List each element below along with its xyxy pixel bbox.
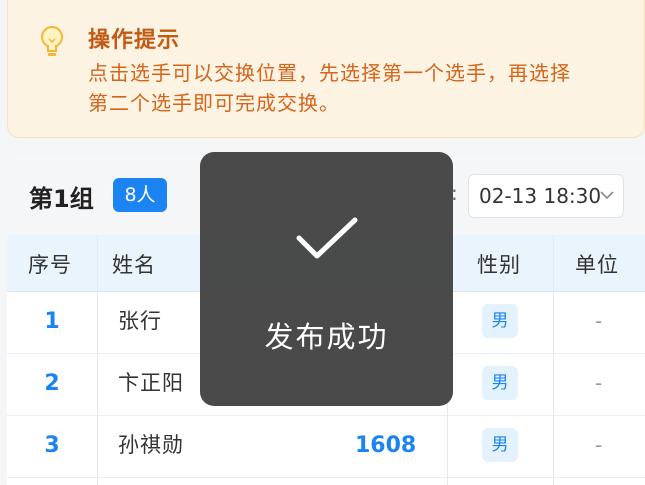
chevron-down-icon (600, 191, 614, 200)
lightbulb-icon (41, 26, 63, 56)
table-row[interactable]: 3 孙祺勋 1608 男 - (7, 416, 645, 478)
success-toast: 发布成功 (200, 152, 453, 406)
group-title: 第1组 (29, 185, 94, 213)
checkmark-icon (296, 217, 358, 259)
player-name[interactable]: 孙祺勋 (118, 429, 184, 459)
tip-line-1: 点击选手可以交换位置，先选择第一个选手，再选择 (88, 61, 571, 85)
gender-badge: 男 (482, 304, 518, 338)
header-gender: 性别 (477, 253, 521, 277)
gender-badge: 男 (482, 366, 518, 400)
row-index: 3 (44, 433, 60, 458)
gender-badge: 男 (482, 428, 518, 462)
player-score: 1608 (355, 433, 417, 458)
row-index: 2 (44, 371, 60, 396)
player-unit: - (595, 371, 603, 395)
tip-description: 点击选手可以交换位置，先选择第一个选手，再选择 第二个选手即可完成交换。 (88, 58, 628, 118)
player-unit: - (595, 433, 603, 457)
tip-line-2: 第二个选手即可完成交换。 (88, 91, 340, 115)
header-name: 姓名 (112, 253, 156, 277)
player-count-badge: 8人 (113, 178, 167, 212)
datetime-select[interactable]: 02-13 18:30 (468, 174, 624, 218)
header-index: 序号 (28, 253, 72, 277)
toast-message: 发布成功 (264, 320, 389, 354)
row-index: 1 (44, 309, 60, 334)
player-unit: - (595, 309, 603, 333)
player-name[interactable]: 卞正阳 (118, 367, 184, 397)
column-divider (97, 235, 98, 485)
operation-tip-banner: 操作提示 点击选手可以交换位置，先选择第一个选手，再选择 第二个选手即可完成交换… (7, 0, 645, 138)
tip-title: 操作提示 (88, 28, 181, 53)
datetime-value: 02-13 18:30 (479, 184, 602, 208)
column-divider (553, 235, 554, 485)
header-unit: 单位 (575, 253, 619, 277)
player-name[interactable]: 张行 (118, 305, 162, 335)
